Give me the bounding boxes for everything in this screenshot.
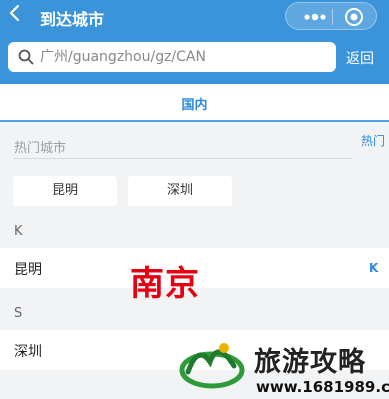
capsule-menu: [285, 2, 377, 30]
city-name: 昆明: [14, 262, 42, 278]
city-name: 深圳: [14, 344, 42, 360]
return-button[interactable]: 返回: [346, 48, 374, 68]
tab-domestic[interactable]: 国内: [0, 84, 389, 113]
capsule-divider: [332, 9, 333, 25]
watermark-title: 旅游攻略: [254, 347, 366, 378]
nav-bar: 到达城市: [0, 0, 389, 34]
overlay-label: 南京: [130, 264, 200, 304]
target-circle-icon[interactable]: [344, 7, 364, 27]
watermark-url: www.1681989.cn: [256, 378, 389, 396]
section-header: K: [14, 224, 23, 239]
index-item-k[interactable]: K: [369, 261, 378, 275]
chevron-left-icon: [9, 4, 20, 22]
divider: [14, 158, 352, 159]
back-button[interactable]: [8, 4, 30, 28]
travel-logo-icon: [179, 343, 245, 389]
search-input[interactable]: [40, 45, 330, 69]
section-header: S: [14, 306, 23, 321]
header-bar: 到达城市 返回: [0, 0, 389, 90]
page-title: 到达城市: [40, 10, 105, 29]
hot-cities-title: 热门城市: [14, 141, 67, 156]
search-box: [8, 42, 336, 72]
search-icon: [18, 49, 34, 65]
hot-city-chip[interactable]: 深圳: [128, 176, 232, 206]
tab-bar: 国内: [0, 84, 389, 122]
hot-city-chip[interactable]: 昆明: [13, 176, 117, 206]
tab-underline: [0, 120, 389, 122]
more-dots-icon[interactable]: [300, 10, 330, 24]
index-item-hot[interactable]: 热门: [361, 132, 385, 149]
